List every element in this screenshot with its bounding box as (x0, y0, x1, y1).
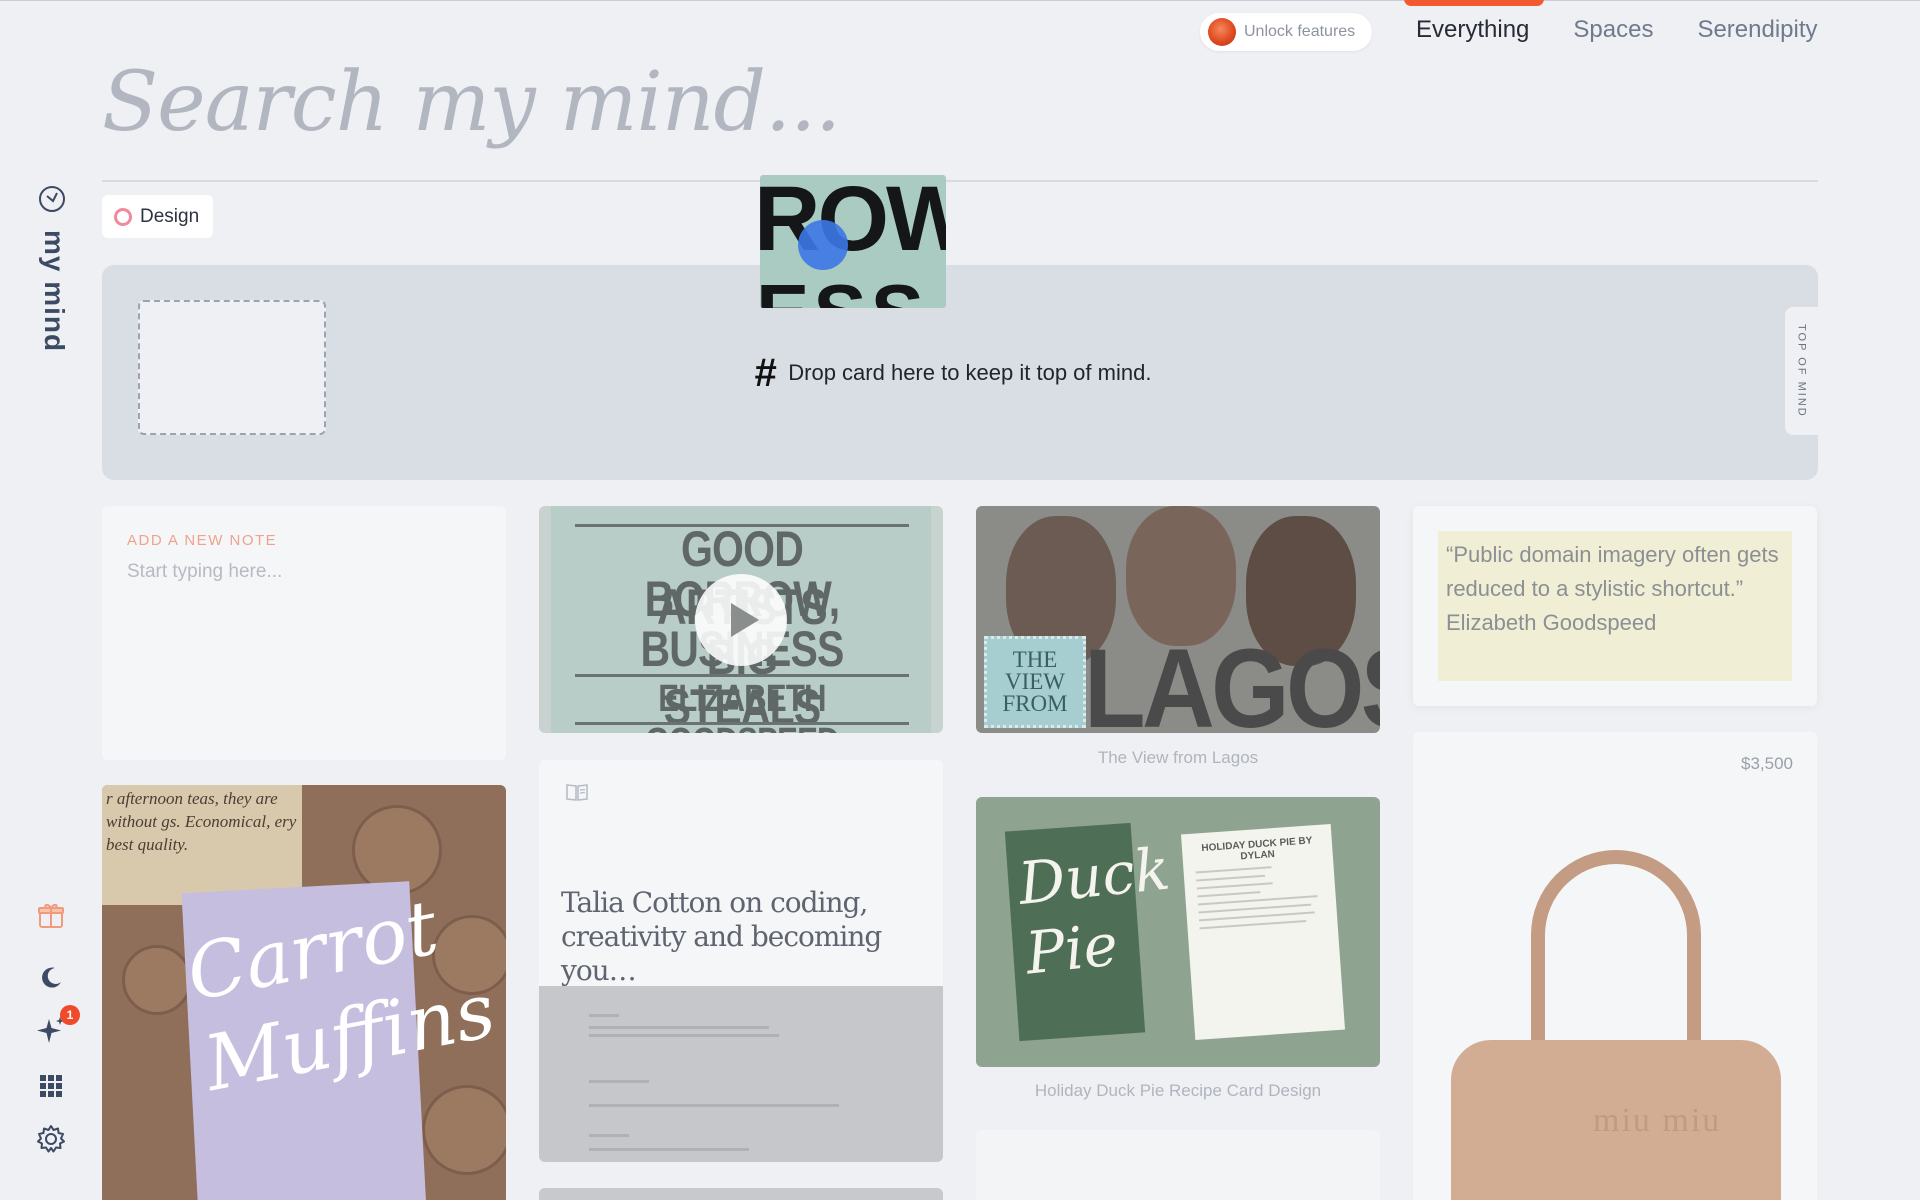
search-underline (102, 180, 1818, 182)
product-card[interactable]: $3,500 miu miu (1413, 732, 1817, 1200)
hash-icon: # (754, 351, 777, 395)
video-card[interactable]: GOOD ARTISTS BORROW, BIG BUSINESS STEALS… (539, 506, 943, 733)
duck-pie-image-card[interactable]: Duck Pie HOLIDAY DUCK PIE BY DYLAN (976, 797, 1380, 1067)
screenshot-line (589, 1026, 769, 1029)
drop-message-text: Drop card here to keep it top of mind. (788, 360, 1152, 385)
recipe-line (1195, 866, 1272, 874)
user-avatar (1208, 18, 1236, 46)
tab-everything[interactable]: Everything (1416, 16, 1529, 44)
filter-chip-design[interactable]: Design (102, 195, 214, 238)
lagos-image-card[interactable]: THE VIEW FROM LAGOS (976, 506, 1380, 733)
tag-color-icon (114, 207, 132, 226)
filter-chip-label: Design (140, 205, 200, 227)
dragged-card-preview[interactable]: ROW ESS (760, 175, 946, 308)
bag-logo: miu miu (1593, 1102, 1722, 1139)
lagos-big-text: LAGOS (1084, 626, 1380, 733)
vintage-ad-text: r afternoon teas, they are without gs. E… (106, 789, 297, 854)
grid-icon[interactable] (35, 1070, 67, 1102)
gift-icon[interactable] (35, 899, 67, 931)
quote-text: “Public domain imagery often gets reduce… (1446, 542, 1779, 601)
brand-label[interactable]: my mind (38, 230, 70, 352)
view-tabs: Everything Spaces Serendipity (1416, 16, 1818, 44)
tag-line-2: VIEW (1004, 669, 1066, 694)
new-note-card[interactable]: ADD A NEW NOTE Start typing here... (102, 506, 506, 760)
partial-card[interactable] (976, 1130, 1380, 1200)
screenshot-line (589, 1034, 779, 1037)
thumbnail-rule (575, 674, 909, 677)
unlock-features-label: Unlock features (1244, 23, 1356, 40)
recipe-line (1199, 919, 1307, 930)
screenshot-line (589, 1134, 629, 1137)
view-from-tag: THE VIEW FROM (984, 636, 1086, 728)
play-icon[interactable] (695, 574, 787, 666)
recipe-title: HOLIDAY DUCK PIE BY DYLAN (1201, 835, 1313, 863)
recipe-card-purple: Carrot Muffins (180, 881, 502, 1200)
moon-icon[interactable] (35, 962, 67, 994)
drag-cursor-indicator (798, 220, 848, 270)
drag-preview-text-top: ROW (760, 175, 946, 270)
top-of-mind-tab-label: TOP OF MIND (1795, 324, 1808, 418)
partial-card[interactable] (539, 1188, 943, 1200)
tab-serendipity[interactable]: Serendipity (1697, 16, 1817, 44)
book-icon (566, 784, 588, 801)
article-screenshot (539, 986, 943, 1162)
quote-card[interactable]: “Public domain imagery often gets reduce… (1413, 506, 1817, 706)
carrot-muffins-image-card[interactable]: r afternoon teas, they are without gs. E… (102, 785, 506, 1200)
new-note-input[interactable]: Start typing here... (127, 561, 282, 583)
screenshot-line (589, 1104, 839, 1107)
recipe-sheet: HOLIDAY DUCK PIE BY DYLAN (1180, 824, 1346, 1040)
article-title: Talia Cotton on coding, creativity and b… (561, 886, 882, 987)
tag-line-1: THE (1012, 647, 1058, 672)
recipe-line (1197, 891, 1261, 898)
article-card[interactable]: Talia Cotton on coding, creativity and b… (539, 760, 943, 1162)
product-price: $3,500 (1741, 754, 1793, 773)
unlock-features-button[interactable]: Unlock features (1200, 13, 1372, 51)
cookie-shape (122, 945, 192, 1015)
upgrade-tab-indicator[interactable] (1404, 0, 1544, 6)
recipe-line (1196, 874, 1266, 882)
top-of-mind-side-tab[interactable]: TOP OF MIND (1785, 307, 1818, 435)
notification-badge: 1 (60, 1005, 80, 1025)
new-note-label: ADD A NEW NOTE (127, 532, 278, 549)
tab-spaces[interactable]: Spaces (1573, 16, 1653, 44)
cookie-shape (422, 1085, 506, 1175)
duck-title-line-2: Pie (1022, 910, 1122, 988)
screenshot-line (589, 1080, 649, 1083)
vintage-ad-clipping: r afternoon teas, they are without gs. E… (102, 785, 302, 905)
drop-message: # Drop card here to keep it top of mind. (754, 353, 1151, 393)
recipe-line (1196, 882, 1273, 890)
search-input[interactable]: Search my mind... (102, 55, 841, 150)
gear-icon[interactable] (35, 1123, 67, 1155)
tag-line-3: FROM (1002, 691, 1068, 716)
top-of-mind-dropzone[interactable]: # Drop card here to keep it top of mind. (102, 265, 1818, 480)
duck-pie-caption: Holiday Duck Pie Recipe Card Design (1034, 1081, 1322, 1100)
screenshot-line (589, 1148, 749, 1151)
quote-highlight: “Public domain imagery often gets reduce… (1438, 531, 1792, 681)
lagos-caption: The View from Lagos (1097, 748, 1259, 767)
duck-pie-title: Duck Pie (1015, 833, 1180, 988)
drag-preview-text-bottom: ESS (760, 267, 928, 308)
drop-placeholder-slot[interactable] (138, 300, 326, 435)
thumbnail-rule (575, 722, 909, 725)
screenshot-line (589, 1014, 619, 1017)
brain-icon[interactable] (37, 183, 67, 215)
window-top-border (0, 0, 1920, 1)
quote-author: Elizabeth Goodspeed (1446, 610, 1657, 635)
muffin-title: Carrot Muffins (180, 882, 502, 1111)
